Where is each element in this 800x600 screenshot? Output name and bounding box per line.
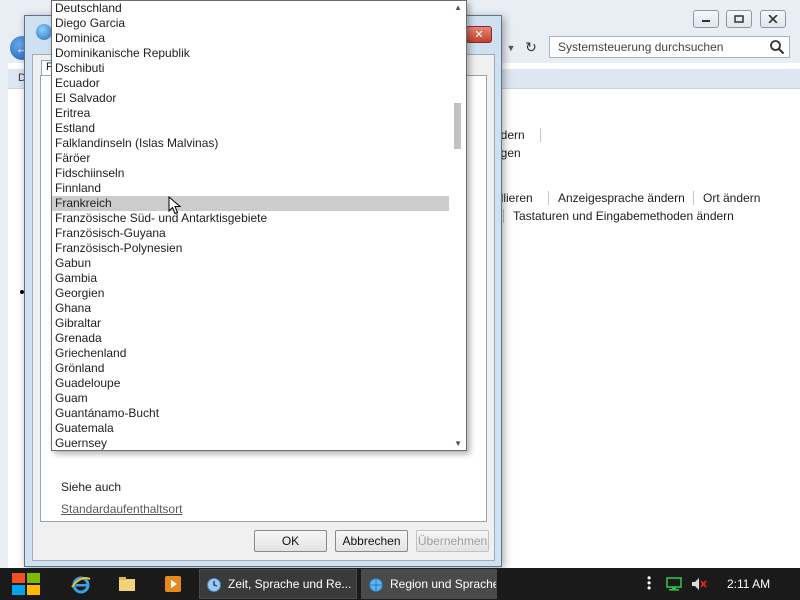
internet-explorer-icon[interactable] — [70, 573, 92, 595]
clock[interactable]: 2:11 AM — [727, 577, 770, 591]
dropdown-option[interactable]: Georgien — [52, 286, 450, 301]
change-display-language-link[interactable]: Anzeigesprache ändern — [558, 191, 685, 205]
close-icon: ✕ — [474, 29, 484, 41]
dropdown-option[interactable]: El Salvador — [52, 91, 450, 106]
apply-button[interactable]: Übernehmen — [416, 530, 489, 552]
dropdown-option[interactable]: Grönland — [52, 361, 450, 376]
dropdown-option[interactable]: Guatemala — [52, 421, 450, 436]
dropdown-option[interactable]: Diego Garcia — [52, 16, 450, 31]
taskbar: Zeit, Sprache und Re... Region und Sprac… — [0, 568, 800, 600]
link-separator — [503, 209, 504, 223]
dropdown-option[interactable]: Gambia — [52, 271, 450, 286]
tray-overflow-icon[interactable]: • • • — [647, 572, 653, 594]
scrollbar-thumb[interactable] — [454, 103, 461, 149]
task-label: Zeit, Sprache und Re... — [228, 577, 352, 591]
taskbar-task-time-language[interactable]: Zeit, Sprache und Re... — [199, 569, 357, 599]
window-left-edge — [0, 63, 8, 568]
dropdown-option[interactable]: Dschibuti — [52, 61, 450, 76]
maximize-button[interactable] — [726, 10, 752, 28]
search-icon[interactable] — [769, 39, 785, 55]
search-placeholder: Systemsteuerung durchsuchen — [558, 40, 724, 54]
dropdown-option[interactable]: Guadeloupe — [52, 376, 450, 391]
media-player-icon[interactable] — [162, 573, 184, 595]
search-input[interactable]: Systemsteuerung durchsuchen — [549, 36, 790, 58]
scroll-down-icon[interactable]: ▼ — [454, 439, 462, 448]
dropdown-option[interactable]: Guantánamo-Bucht — [52, 406, 450, 421]
link-separator — [693, 191, 694, 205]
dropdown-option[interactable]: Falklandinseln (Islas Malvinas) — [52, 136, 450, 151]
globe-icon — [36, 24, 52, 40]
change-keyboards-link[interactable]: Tastaturen und Eingabemethoden ändern — [513, 209, 734, 223]
dropdown-option[interactable]: Eritrea — [52, 106, 450, 121]
dropdown-option[interactable]: Finnland — [52, 181, 450, 196]
refresh-button[interactable]: ↻ — [522, 38, 540, 56]
file-explorer-icon[interactable] — [116, 573, 138, 595]
ok-button[interactable]: OK — [254, 530, 327, 552]
dropdown-option[interactable]: Deutschland — [52, 1, 450, 16]
dropdown-option[interactable]: Französisch-Guyana — [52, 226, 450, 241]
refresh-icon: ↻ — [525, 38, 537, 55]
link-separator — [540, 128, 541, 142]
chevron-down-icon: ▼ — [506, 43, 516, 53]
globe-icon — [369, 578, 383, 592]
close-button[interactable] — [760, 10, 786, 28]
network-icon[interactable] — [665, 576, 683, 592]
task-label: Region und Sprache — [390, 577, 497, 591]
windows-start-icon[interactable] — [8, 570, 44, 598]
dropdown-option[interactable]: Färöer — [52, 151, 450, 166]
dropdown-scrollbar[interactable]: ▲ ▼ — [449, 1, 466, 450]
link-separator — [548, 191, 549, 205]
default-location-link[interactable]: Standardaufenthaltsort — [61, 502, 182, 516]
address-dropdown-button[interactable]: ▼ — [504, 41, 518, 55]
dropdown-option[interactable]: Dominica — [52, 31, 450, 46]
dropdown-option[interactable]: Französische Süd- und Antarktisgebiete — [52, 211, 450, 226]
dropdown-option[interactable]: Französisch-Polynesien — [52, 241, 450, 256]
dropdown-option[interactable]: Guam — [52, 391, 450, 406]
dropdown-option[interactable]: Ghana — [52, 301, 450, 316]
cancel-button[interactable]: Abbrechen — [335, 530, 408, 552]
minimize-button[interactable] — [693, 10, 719, 28]
maximize-icon — [734, 15, 744, 23]
change-location-link[interactable]: Ort ändern — [703, 191, 760, 205]
see-also-heading: Siehe auch — [61, 480, 122, 494]
dropdown-option[interactable]: Guernsey — [52, 436, 450, 450]
dropdown-option[interactable]: Grenada — [52, 331, 450, 346]
dropdown-option-selected[interactable]: Frankreich — [52, 196, 450, 211]
dropdown-option[interactable]: Griechenland — [52, 346, 450, 361]
dropdown-option[interactable]: Gibraltar — [52, 316, 450, 331]
dropdown-option[interactable]: Estland — [52, 121, 450, 136]
dropdown-option[interactable]: Dominikanische Republik — [52, 46, 450, 61]
clock-globe-icon — [207, 578, 221, 592]
dropdown-option[interactable]: Fidschiinseln — [52, 166, 450, 181]
volume-muted-icon[interactable] — [690, 576, 708, 592]
dropdown-option[interactable]: Gabun — [52, 256, 450, 271]
taskbar-task-region-language[interactable]: Region und Sprache — [361, 569, 497, 599]
dropdown-options: Deutschland Diego Garcia Dominica Dominikan… — [52, 1, 450, 450]
scroll-up-icon[interactable]: ▲ — [454, 3, 462, 12]
close-icon — [768, 15, 778, 23]
mouse-cursor-icon — [168, 196, 182, 215]
dialog-close-button[interactable]: ✕ — [466, 26, 492, 43]
minimize-icon — [702, 20, 710, 22]
country-dropdown-list[interactable]: Deutschland Diego Garcia Dominica Dominikan… — [51, 0, 467, 451]
dropdown-option[interactable]: Ecuador — [52, 76, 450, 91]
